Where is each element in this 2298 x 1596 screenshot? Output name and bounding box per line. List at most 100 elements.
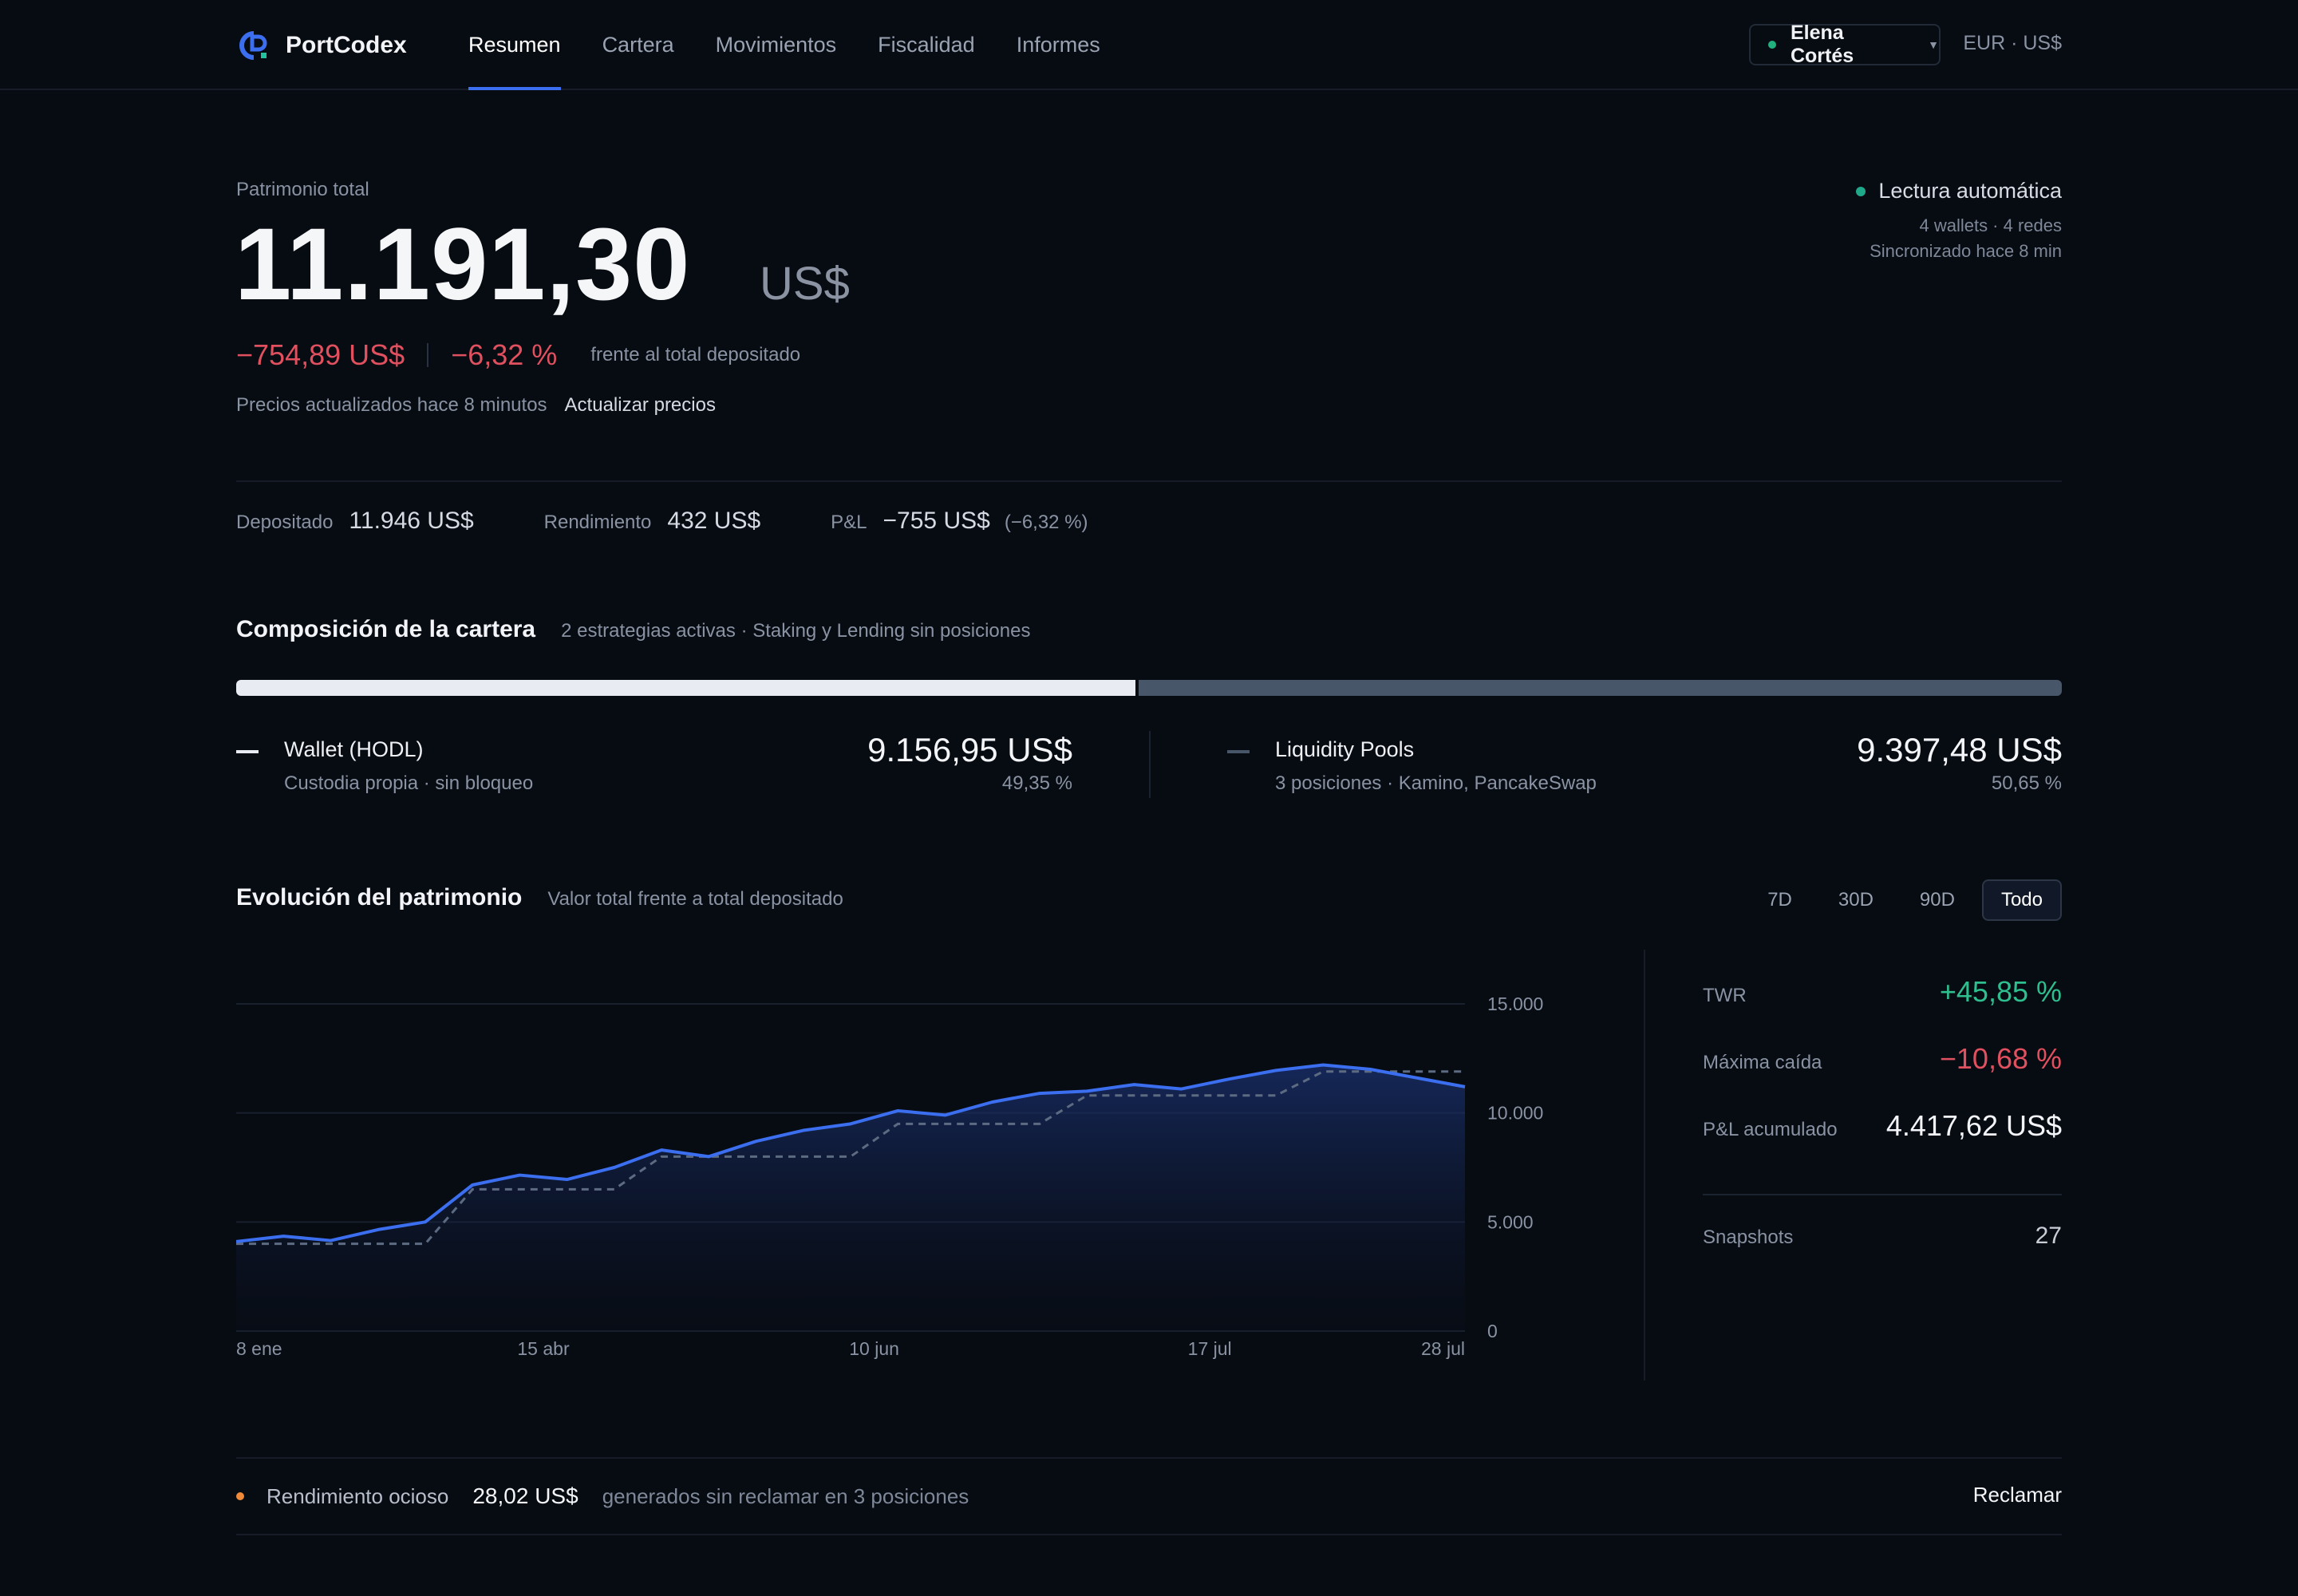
chevron-down-icon: ▼ [1928, 38, 1939, 51]
summary-divider [236, 480, 2062, 482]
pl-stat-value: −755 US$ [882, 508, 990, 534]
main-nav: Resumen Cartera Movimientos Fiscalidad I… [468, 0, 1142, 90]
yield-value: 432 US$ [667, 508, 761, 534]
composition-item-pools[interactable]: Liquidity Pools 3 posiciones · Kamino, P… [1227, 731, 2062, 798]
composition-bar-wallet[interactable] [236, 680, 1136, 696]
range-90d-button[interactable]: 90D [1901, 879, 1974, 921]
metric-label: TWR [1703, 985, 1747, 1006]
auto-read-label: Lectura automática [1878, 179, 2062, 203]
pl-absolute: −754,89 US$ [236, 338, 405, 371]
total-label: Patrimonio total [236, 179, 369, 200]
brand[interactable]: PortCodex [236, 29, 407, 62]
x-tick-label: 10 jun [849, 1338, 899, 1359]
metric-label: Máxima caída [1703, 1052, 1822, 1073]
metric-value: +45,85 % [1939, 975, 2062, 1008]
nav-resumen[interactable]: Resumen [468, 0, 561, 90]
evolution-chart: 15.000 10.000 5.000 0 8 ene 15 abr 10 jun 17 ju… [235, 950, 1593, 1381]
pl-percent: −6,32 % [451, 338, 558, 371]
refresh-prices-link[interactable]: Actualizar precios [565, 394, 716, 417]
metric-twr: TWR +45,85 % [1703, 975, 2062, 1042]
range-7d-button[interactable]: 7D [1748, 879, 1811, 921]
warning-dot-icon [236, 1492, 244, 1500]
pl-note: frente al total depositado [590, 344, 801, 365]
composition-bar [236, 680, 2062, 696]
x-tick-label: 15 abr [517, 1338, 570, 1359]
nav-fiscalidad[interactable]: Fiscalidad [878, 0, 975, 90]
nav-movimientos[interactable]: Movimientos [716, 0, 837, 90]
user-name: Elena Cortés [1790, 22, 1854, 67]
wallets-networks: 4 wallets · 4 redes [1919, 215, 2062, 235]
pl-row: −754,89 US$ −6,32 % frente al total depo… [236, 338, 800, 372]
metric-max-drawdown: Máxima caída −10,68 % [1703, 1042, 2062, 1109]
range-selector: 7D 30D 90D Todo [1740, 879, 2062, 921]
composition-name: Liquidity Pools [1275, 737, 1415, 761]
sync-status-icon [1856, 186, 1866, 196]
composition-amount: 9.156,95 US$ [867, 731, 1072, 768]
composition-item-wallet[interactable]: Wallet (HODL) Custodia propia · sin bloq… [236, 731, 1072, 798]
nav-cartera[interactable]: Cartera [602, 0, 674, 90]
metrics-panel: TWR +45,85 % Máxima caída −10,68 % P&L a… [1703, 975, 2062, 1290]
range-all-button[interactable]: Todo [1981, 879, 2062, 921]
evolution-title: Evolución del patrimonio [236, 884, 523, 911]
chart-divider [1644, 950, 1645, 1381]
price-update-row: Precios actualizados hace 8 minutos Actu… [236, 394, 716, 417]
metric-value: −10,68 % [1939, 1042, 2062, 1075]
currency-switch[interactable]: EUR · US$ [1963, 32, 2062, 55]
metric-label: P&L acumulado [1703, 1119, 1838, 1140]
composition-desc: 3 posiciones · Kamino, PancakeSwap [1275, 772, 1597, 794]
pl-stat-label: P&L [831, 512, 867, 533]
evolution-chart-svg: 15.000 10.000 5.000 0 8 ene 15 abr 10 jun 17 ju… [235, 994, 1543, 1359]
idle-note: generados sin reclamar en 3 posiciones [602, 1483, 969, 1508]
sync-time: Sincronizado hace 8 min [1870, 241, 2062, 261]
claim-button[interactable]: Reclamar [1973, 1483, 2062, 1507]
yield-label: Rendimiento [543, 512, 652, 533]
auto-read-status: Lectura automática 4 wallets · 4 redes S… [1856, 179, 2062, 264]
metric-label: Snapshots [1703, 1227, 1794, 1248]
total-value: 11.191,30 [235, 207, 691, 322]
top-bar: PortCodex Resumen Cartera Movimientos Fi… [0, 0, 2298, 90]
value-area [236, 1065, 1465, 1331]
evolution-header: Evolución del patrimonio Valor total fre… [236, 884, 843, 911]
pl-divider [427, 343, 429, 367]
pools-swatch [1227, 750, 1250, 753]
deposited-label: Depositado [236, 512, 334, 533]
composition-name: Wallet (HODL) [284, 737, 424, 761]
x-tick-label: 17 jul [1188, 1338, 1232, 1359]
user-menu-button[interactable]: Elena Cortés ▼ [1749, 22, 1941, 67]
composition-header: Composición de la cartera 2 estrategias … [236, 616, 1030, 643]
portcodex-logo-icon [239, 31, 267, 60]
composition-divider [1149, 731, 1151, 798]
idle-amount: 28,02 US$ [472, 1483, 578, 1508]
metrics-divider [1703, 1194, 2062, 1195]
metric-snapshots: Snapshots 27 [1703, 1223, 2062, 1290]
online-status-icon [1768, 41, 1776, 49]
idle-label: Rendimiento ocioso [267, 1483, 449, 1508]
stats-row: Depositado 11.946 US$ Rendimiento 432 US… [236, 508, 1088, 535]
composition-title: Composición de la cartera [236, 616, 536, 642]
pl-stat-percent: (−6,32 %) [1004, 512, 1088, 533]
composition-bar-pools[interactable] [1139, 680, 2062, 696]
y-tick-label: 15.000 [1487, 994, 1543, 1014]
metric-value: 27 [2035, 1223, 2062, 1249]
evolution-subtitle: Valor total frente a total depositado [547, 888, 843, 910]
price-update-text: Precios actualizados hace 8 minutos [236, 394, 547, 416]
deposited-value: 11.946 US$ [349, 508, 474, 534]
composition-subtitle: 2 estrategias activas · Staking y Lendin… [561, 620, 1031, 642]
idle-yield-banner: Rendimiento ocioso 28,02 US$ generados s… [236, 1457, 2062, 1535]
composition-percent: 50,65 % [1991, 772, 2062, 794]
x-tick-label: 28 jul [1421, 1338, 1465, 1359]
composition-percent: 49,35 % [1001, 772, 1072, 794]
auto-read-title: Lectura automática [1856, 179, 2062, 203]
metric-pl-accumulated: P&L acumulado 4.417,62 US$ [1703, 1109, 2062, 1176]
composition-amount: 9.397,48 US$ [1857, 731, 2062, 768]
brand-name: PortCodex [286, 32, 407, 58]
wallet-swatch [236, 750, 259, 753]
y-tick-label: 0 [1487, 1321, 1498, 1341]
y-tick-label: 5.000 [1487, 1211, 1534, 1232]
metric-value: 4.417,62 US$ [1885, 1109, 2062, 1142]
x-tick-label: 8 ene [236, 1338, 282, 1359]
composition-desc: Custodia propia · sin bloqueo [284, 772, 534, 794]
nav-informes[interactable]: Informes [1017, 0, 1100, 90]
range-30d-button[interactable]: 30D [1819, 879, 1893, 921]
total-unit: US$ [760, 258, 850, 310]
